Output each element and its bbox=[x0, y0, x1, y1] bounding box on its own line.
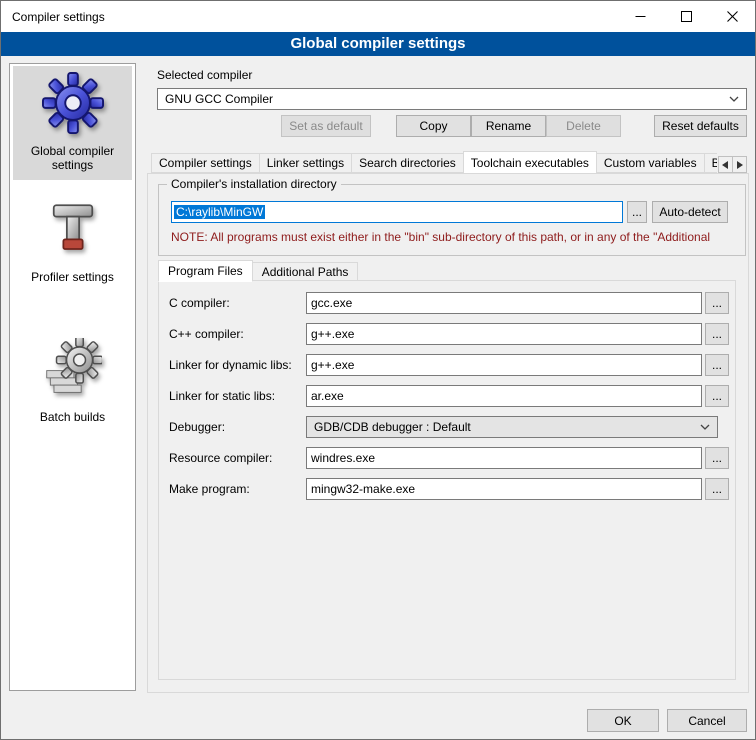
tab-linker-settings[interactable]: Linker settings bbox=[259, 153, 352, 173]
field-row-debugger: Debugger: GDB/CDB debugger : Default bbox=[159, 416, 735, 438]
sidebar-item-global-compiler-settings[interactable]: Global compiler settings bbox=[13, 66, 132, 180]
c-compiler-label: C compiler: bbox=[169, 296, 306, 310]
minimize-icon bbox=[635, 11, 646, 22]
toolchain-executables-page: Compiler's installation directory C:\ray… bbox=[147, 173, 749, 693]
subtab-additional-paths[interactable]: Additional Paths bbox=[252, 262, 359, 281]
make-program-input[interactable] bbox=[306, 478, 702, 500]
selected-compiler-dropdown[interactable]: GNU GCC Compiler bbox=[157, 88, 747, 110]
installation-directory-row: C:\raylib\MinGW ... Auto-detect bbox=[171, 201, 735, 223]
reset-defaults-button[interactable]: Reset defaults bbox=[654, 115, 747, 137]
installation-directory-group: Compiler's installation directory C:\ray… bbox=[158, 184, 746, 256]
tab-toolchain-executables[interactable]: Toolchain executables bbox=[463, 151, 597, 173]
make-program-browse-button[interactable]: ... bbox=[705, 478, 729, 500]
static-linker-label: Linker for static libs: bbox=[169, 389, 306, 403]
cpp-compiler-input[interactable] bbox=[306, 323, 702, 345]
subtab-strip: Program Files Additional Paths bbox=[158, 260, 357, 281]
field-row-c-compiler: C compiler: ... bbox=[159, 292, 735, 314]
main-panel: Selected compiler GNU GCC Compiler Set a… bbox=[147, 63, 749, 693]
static-linker-browse-button[interactable]: ... bbox=[705, 385, 729, 407]
window-title: Compiler settings bbox=[1, 10, 105, 24]
field-row-cpp-compiler: C++ compiler: ... bbox=[159, 323, 735, 345]
c-compiler-browse-button[interactable]: ... bbox=[705, 292, 729, 314]
resource-compiler-input[interactable] bbox=[306, 447, 702, 469]
window-controls bbox=[617, 1, 755, 32]
tab-search-directories[interactable]: Search directories bbox=[351, 153, 464, 173]
sidebar-item-label: Profiler settings bbox=[15, 270, 130, 284]
debugger-dropdown[interactable]: GDB/CDB debugger : Default bbox=[306, 416, 718, 438]
field-row-make-program: Make program: ... bbox=[159, 478, 735, 500]
profiler-tool-icon bbox=[15, 200, 130, 256]
debugger-label: Debugger: bbox=[169, 420, 306, 434]
delete-button[interactable]: Delete bbox=[546, 115, 621, 137]
selected-compiler-label: Selected compiler bbox=[157, 68, 252, 82]
sidebar-item-label: Batch builds bbox=[15, 410, 130, 424]
installation-directory-browse-button[interactable]: ... bbox=[627, 201, 647, 223]
triangle-left-icon bbox=[722, 158, 729, 172]
installation-directory-input[interactable]: C:\raylib\MinGW bbox=[171, 201, 623, 223]
close-icon bbox=[727, 11, 738, 22]
set-as-default-button[interactable]: Set as default bbox=[281, 115, 371, 137]
copy-button[interactable]: Copy bbox=[396, 115, 471, 137]
tab-scroll-buttons bbox=[719, 156, 747, 173]
sidebar-item-label: Global compiler settings bbox=[15, 144, 130, 172]
tab-custom-variables[interactable]: Custom variables bbox=[596, 153, 705, 173]
dynamic-linker-input[interactable] bbox=[306, 354, 702, 376]
field-row-resource-compiler: Resource compiler: ... bbox=[159, 447, 735, 469]
compiler-settings-window: Compiler settings Global compiler settin… bbox=[0, 0, 756, 740]
dynamic-linker-label: Linker for dynamic libs: bbox=[169, 358, 306, 372]
debugger-value: GDB/CDB debugger : Default bbox=[314, 420, 471, 434]
tab-strip: Compiler settings Linker settings Search… bbox=[151, 150, 717, 173]
maximize-button[interactable] bbox=[663, 1, 709, 32]
dialog-header-title: Global compiler settings bbox=[1, 32, 755, 56]
selected-compiler-value: GNU GCC Compiler bbox=[165, 92, 273, 106]
note-text: NOTE: All programs must exist either in … bbox=[171, 230, 741, 244]
chevron-down-icon bbox=[700, 424, 710, 430]
field-row-dynamic-linker: Linker for dynamic libs: ... bbox=[159, 354, 735, 376]
titlebar: Compiler settings bbox=[1, 1, 755, 32]
installation-directory-group-title: Compiler's installation directory bbox=[167, 177, 341, 191]
program-files-panel: C compiler: ... C++ compiler: ... Linker… bbox=[158, 280, 736, 680]
tab-scroll-left-button[interactable] bbox=[718, 156, 733, 173]
gray-gear-stack-icon bbox=[15, 338, 130, 396]
field-row-static-linker: Linker for static libs: ... bbox=[159, 385, 735, 407]
sidebar-item-batch-builds[interactable]: Batch builds bbox=[13, 332, 132, 432]
resource-compiler-label: Resource compiler: bbox=[169, 451, 306, 465]
rename-button[interactable]: Rename bbox=[471, 115, 546, 137]
blue-gear-icon bbox=[15, 72, 130, 134]
subtab-program-files[interactable]: Program Files bbox=[158, 260, 253, 282]
installation-directory-value: C:\raylib\MinGW bbox=[174, 205, 265, 219]
cancel-button[interactable]: Cancel bbox=[667, 709, 747, 732]
maximize-icon bbox=[681, 11, 692, 22]
sidebar-item-profiler-settings[interactable]: Profiler settings bbox=[13, 194, 132, 292]
autodetect-button[interactable]: Auto-detect bbox=[652, 201, 728, 223]
chevron-down-icon bbox=[729, 96, 739, 102]
minimize-button[interactable] bbox=[617, 1, 663, 32]
triangle-right-icon bbox=[736, 158, 743, 172]
cpp-compiler-browse-button[interactable]: ... bbox=[705, 323, 729, 345]
settings-sidebar: Global compiler settings Profiler settin… bbox=[9, 63, 136, 691]
static-linker-input[interactable] bbox=[306, 385, 702, 407]
make-program-label: Make program: bbox=[169, 482, 306, 496]
toolchain-fields: C compiler: ... C++ compiler: ... Linker… bbox=[159, 292, 735, 509]
ok-button[interactable]: OK bbox=[587, 709, 659, 732]
close-button[interactable] bbox=[709, 1, 755, 32]
c-compiler-input[interactable] bbox=[306, 292, 702, 314]
tab-build-options[interactable]: Build bbox=[704, 153, 717, 173]
cpp-compiler-label: C++ compiler: bbox=[169, 327, 306, 341]
tab-scroll-right-button[interactable] bbox=[732, 156, 747, 173]
dynamic-linker-browse-button[interactable]: ... bbox=[705, 354, 729, 376]
resource-compiler-browse-button[interactable]: ... bbox=[705, 447, 729, 469]
tab-compiler-settings[interactable]: Compiler settings bbox=[151, 153, 260, 173]
